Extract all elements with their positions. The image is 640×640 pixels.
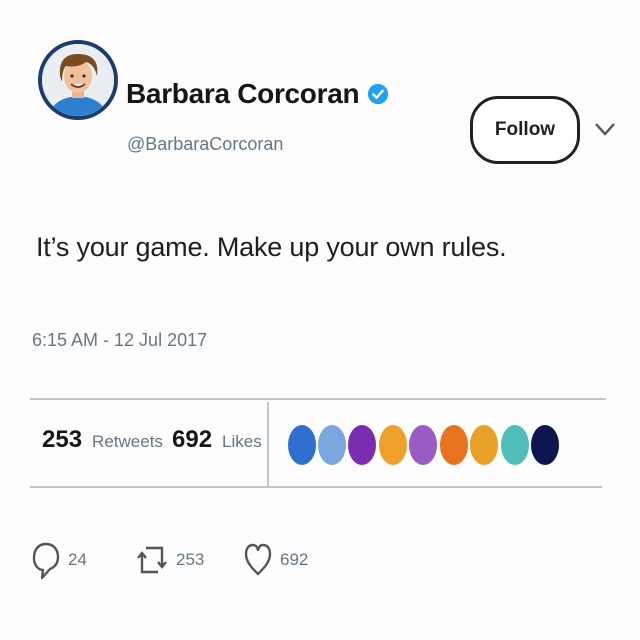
like-action[interactable]: 692 — [244, 540, 308, 580]
retweet-label: Retweets — [92, 432, 163, 451]
retweet-icon — [137, 546, 167, 574]
avatar-illustration — [42, 44, 114, 116]
like-label: Likes — [222, 432, 262, 451]
liker-avatar[interactable] — [379, 425, 407, 465]
liker-avatar[interactable] — [501, 425, 529, 465]
liker-avatar[interactable] — [440, 425, 468, 465]
tweet-text: It’s your game. Make up your own rules. — [36, 232, 507, 262]
author-name-row: Barbara Corcoran — [126, 78, 389, 110]
retweet-stat[interactable]: 253 Retweets — [42, 426, 163, 454]
stats-top-divider — [30, 398, 606, 400]
stats-bottom-divider — [30, 486, 602, 488]
avatar[interactable] — [38, 40, 118, 120]
chevron-down-icon[interactable] — [594, 122, 616, 136]
liker-avatar[interactable] — [531, 425, 559, 465]
retweet-action[interactable]: 253 — [136, 540, 204, 580]
liker-avatar[interactable] — [288, 425, 316, 465]
reply-action[interactable]: 24 — [32, 540, 87, 580]
reply-icon — [32, 542, 60, 580]
like-count: 692 — [172, 426, 213, 453]
retweet-count: 253 — [42, 426, 83, 453]
retweet-action-count: 253 — [176, 550, 205, 569]
verified-badge-icon — [368, 83, 389, 105]
liker-avatar[interactable] — [318, 425, 346, 465]
stats-vertical-divider — [267, 402, 269, 488]
user-handle[interactable]: @BarbaraCorcoran — [127, 134, 283, 155]
liker-avatar[interactable] — [470, 425, 498, 465]
tweet-timestamp[interactable]: 6:15 AM - 12 Jul 2017 — [32, 330, 207, 351]
reply-count: 24 — [68, 550, 87, 569]
like-stat[interactable]: 692 Likes — [172, 426, 262, 454]
display-name[interactable]: Barbara Corcoran — [126, 78, 360, 110]
heart-icon — [244, 543, 272, 576]
liker-avatar[interactable] — [348, 425, 376, 465]
follow-button[interactable]: Follow — [470, 96, 580, 164]
liker-avatar[interactable] — [409, 425, 437, 465]
like-action-count: 692 — [280, 550, 309, 569]
